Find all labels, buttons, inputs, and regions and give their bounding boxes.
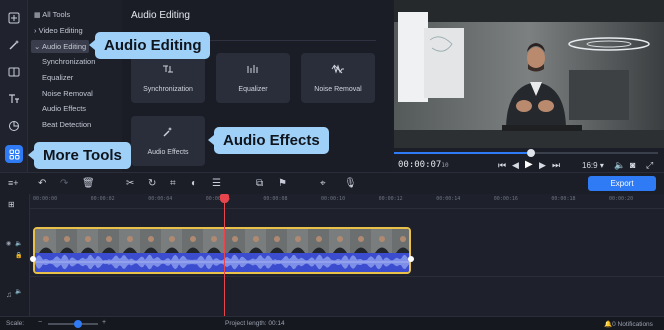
clip-properties-icon[interactable]: ☰ <box>212 178 221 189</box>
zoom-out-icon[interactable]: − <box>38 319 42 326</box>
add-track-icon[interactable]: ⊞ <box>8 200 15 209</box>
magic-wand-icon[interactable] <box>5 36 23 54</box>
export-button[interactable]: Export <box>588 176 656 191</box>
skip-back-icon[interactable]: ⏮ <box>498 160 506 171</box>
chevron-down-icon: ▾ <box>599 161 604 170</box>
tree-item-noise-removal[interactable]: Noise Removal <box>42 89 93 98</box>
tools-rail <box>0 0 28 172</box>
step-forward-icon[interactable]: ▶ <box>539 160 546 171</box>
clip-thumbnails <box>35 229 409 272</box>
skip-forward-icon[interactable]: ⏭ <box>552 160 560 171</box>
volume-handle-left[interactable] <box>30 256 36 262</box>
tile-equalizer[interactable]: Equalizer <box>216 53 290 103</box>
track-mute-icon[interactable]: 🔈 <box>15 240 22 247</box>
project-length: Project length: 00:14 <box>225 320 285 327</box>
ruler-tick-label: 00:00:20 <box>609 196 634 202</box>
player-controls: 00:00:0710 ⏮ ◀ ▶ ▶ ⏭ 16:9 ▾ 🔈 ◙ ⤢ <box>394 148 664 172</box>
add-track-icon[interactable]: ≡+ <box>8 178 19 188</box>
sync-icon <box>131 63 205 78</box>
overlay-icon[interactable]: ⧉ <box>256 178 263 189</box>
equalizer-icon <box>216 63 290 78</box>
volume-icon[interactable]: 🔈 <box>614 160 625 171</box>
tree-item-equalizer[interactable]: Equalizer <box>42 73 73 82</box>
preview-frame <box>394 0 664 148</box>
color-adjust-icon[interactable]: ◐ <box>191 178 197 189</box>
status-bar: Scale: − + Project length: 00:14 🔔0 Noti… <box>0 316 664 330</box>
aspect-ratio-select[interactable]: 16:9 ▾ <box>582 161 604 170</box>
chevron-down-icon: ⌄ <box>34 42 41 51</box>
bell-icon: 🔔 <box>604 321 613 328</box>
redo-icon[interactable]: ↷ <box>60 178 68 189</box>
transitions-icon[interactable] <box>5 63 23 81</box>
step-back-icon[interactable]: ◀ <box>512 160 519 171</box>
tree-item-beat-detection[interactable]: Beat Detection <box>42 120 91 129</box>
playhead-line <box>224 194 225 316</box>
volume-handle-right[interactable] <box>408 256 414 262</box>
ruler-tick-label: 00:00:04 <box>148 196 173 202</box>
notifications-indicator[interactable]: 🔔0 Notifications <box>604 320 653 328</box>
playback-scrubber[interactable] <box>527 149 536 157</box>
time-ruler[interactable]: 00:00:00 00:00:02 00:00:04 00:00:06 00:00:08… <box>30 194 664 206</box>
video-preview[interactable] <box>394 0 664 148</box>
marker-icon[interactable]: ⚑ <box>278 178 287 189</box>
tooltip-more-tools: More Tools <box>28 142 131 169</box>
tree-item-all-tools[interactable]: ▦ All Tools <box>34 10 70 19</box>
ruler-tick-label: 00:00:12 <box>378 196 403 202</box>
rotate-icon[interactable]: ↻ <box>148 178 156 189</box>
ruler-tick-label: 00:00:14 <box>436 196 461 202</box>
tree-item-audio-effects[interactable]: Audio Effects <box>42 104 86 113</box>
divider <box>30 208 664 209</box>
tree-item-video-editing[interactable]: › Video Editing <box>34 26 83 35</box>
titles-icon[interactable] <box>5 90 23 108</box>
more-tools-icon[interactable] <box>5 145 23 163</box>
divider <box>30 276 664 277</box>
track-visibility-icon[interactable]: ◉ <box>6 240 11 247</box>
ruler-tick-label: 00:00:02 <box>90 196 115 202</box>
ruler-tick-label: 00:00:00 <box>33 196 58 202</box>
tree-item-synchronization[interactable]: Synchronization <box>42 57 95 66</box>
noise-removal-icon <box>301 63 375 78</box>
ruler-tick-label: 00:00:18 <box>551 196 576 202</box>
music-track-icon: ♫ <box>6 290 12 299</box>
track-headers: ⊞ ◉ 🔈 🔒 ♫ 🔈 <box>0 194 30 316</box>
ruler-tick-label: 00:00:08 <box>263 196 288 202</box>
audio-track-mute-icon[interactable]: 🔈 <box>15 288 22 295</box>
fullscreen-icon[interactable]: ⤢ <box>646 160 653 171</box>
microphone-icon[interactable]: 🎙 <box>344 178 357 189</box>
snapshot-icon[interactable]: ◙ <box>630 160 635 170</box>
pane-title: Audio Editing <box>131 10 190 21</box>
playback-progress <box>394 152 532 154</box>
crop-icon[interactable]: ⌗ <box>170 178 176 189</box>
scale-label: Scale: <box>6 320 25 327</box>
playhead-handle[interactable] <box>220 194 229 203</box>
delete-icon[interactable]: 🗑 <box>82 178 95 189</box>
import-icon[interactable] <box>5 9 23 27</box>
cut-icon[interactable]: ✂ <box>126 178 134 189</box>
tree-item-audio-editing[interactable]: ⌄ Audio Editing <box>31 40 90 53</box>
ruler-tick-label: 00:00:10 <box>321 196 346 202</box>
location-icon[interactable]: ⌖ <box>320 178 326 189</box>
scale-slider[interactable] <box>48 323 98 325</box>
tooltip-audio-effects: Audio Effects <box>208 127 329 154</box>
scale-slider-knob[interactable] <box>74 320 82 328</box>
audio-effects-icon <box>131 126 205 141</box>
track-lock-icon[interactable]: 🔒 <box>15 252 22 259</box>
current-time: 00:00:0710 <box>398 160 449 170</box>
tile-synchronization[interactable]: Synchronization <box>131 53 205 103</box>
tile-noise-removal[interactable]: Noise Removal <box>301 53 375 103</box>
stickers-icon[interactable] <box>5 117 23 135</box>
play-icon[interactable]: ▶ <box>525 159 533 170</box>
tooltip-audio-editing: Audio Editing <box>88 32 211 59</box>
chevron-right-icon: › <box>34 26 37 35</box>
zoom-in-icon[interactable]: + <box>102 319 106 326</box>
ruler-tick-label: 00:00:16 <box>493 196 518 202</box>
undo-icon[interactable]: ↶ <box>38 178 46 189</box>
tile-audio-effects[interactable]: Audio Effects <box>131 116 205 166</box>
grid-icon: ▦ <box>34 12 41 19</box>
video-clip[interactable] <box>33 227 411 274</box>
timeline-toolbar: ≡+ ↶ ↷ 🗑 ✂ ↻ ⌗ ◐ ☰ ⧉ ⚑ ⌖ 🎙 <box>0 172 664 194</box>
